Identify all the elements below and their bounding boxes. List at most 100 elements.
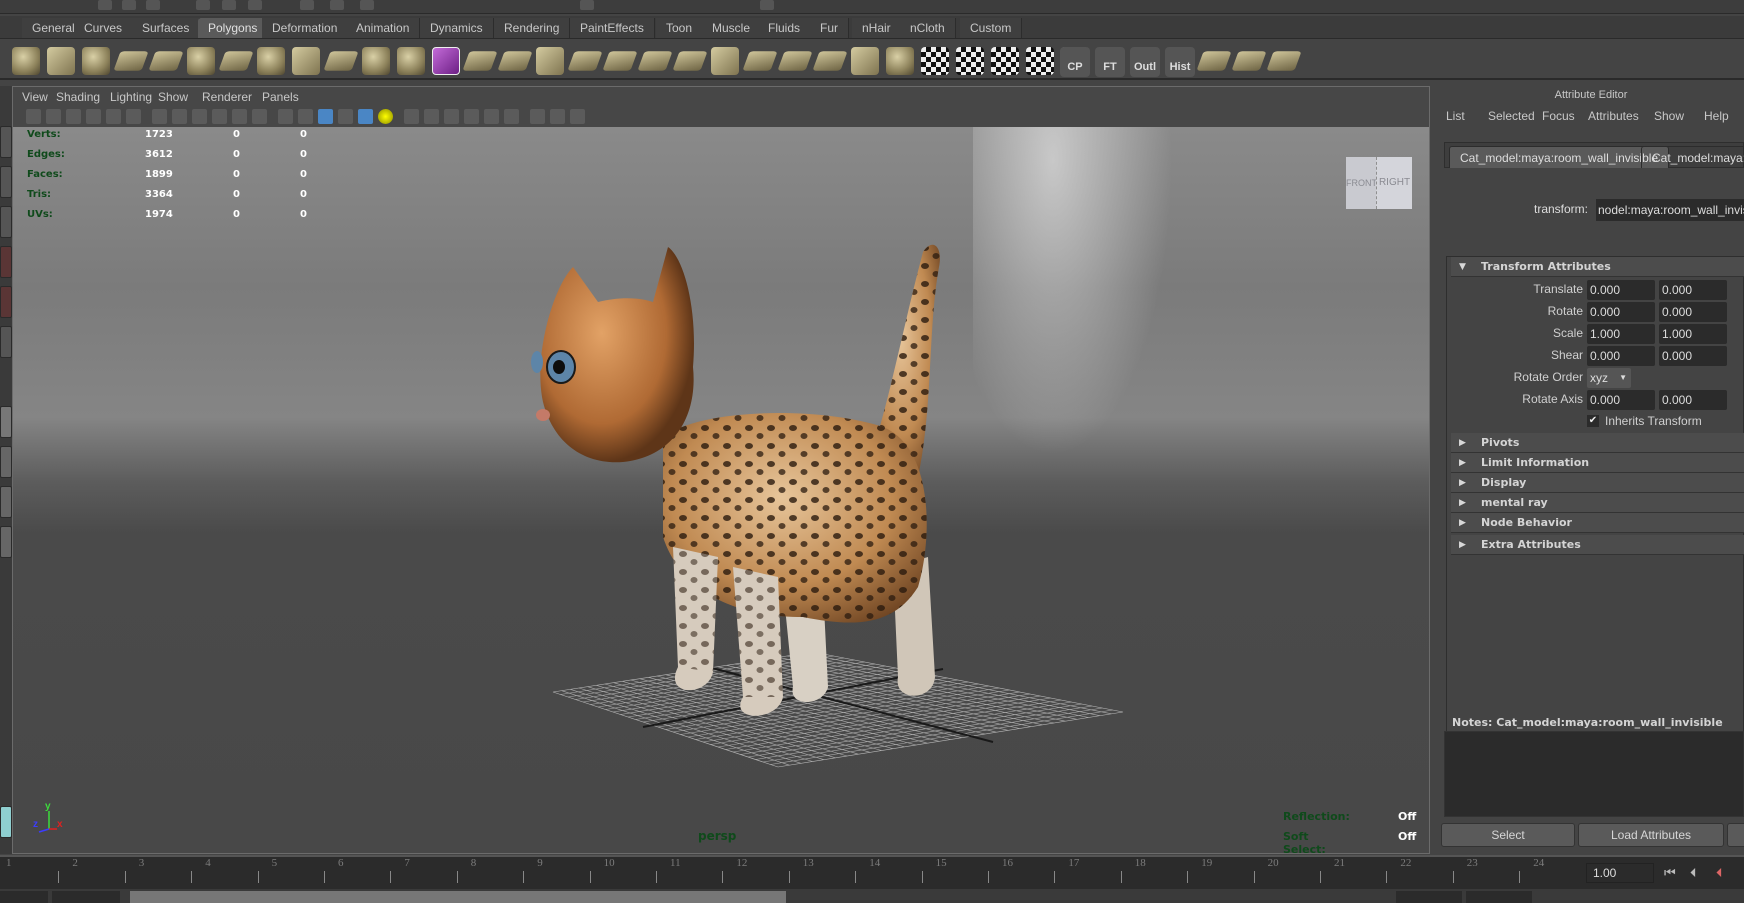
select-tool-button[interactable] bbox=[0, 126, 12, 158]
xray-joints-icon[interactable] bbox=[550, 109, 565, 124]
transform-name-field[interactable]: nodel:maya:room_wall_invisible bbox=[1596, 199, 1744, 221]
separate-icon[interactable] bbox=[397, 47, 425, 75]
create-polygon-tool-icon[interactable] bbox=[292, 47, 320, 75]
shelf-tab-polygons[interactable]: Polygons bbox=[198, 18, 269, 38]
layout-single-button[interactable] bbox=[0, 406, 12, 438]
rotate-y-field[interactable]: 0.000 bbox=[1659, 302, 1727, 322]
snap-grid-icon[interactable] bbox=[300, 0, 314, 10]
shelf-tab-rendering[interactable]: Rendering bbox=[494, 18, 571, 38]
render-icon[interactable] bbox=[580, 0, 594, 10]
select-by-hierarchy-icon[interactable] bbox=[196, 0, 210, 10]
range-slider[interactable] bbox=[0, 889, 1744, 903]
copy-tab-button[interactable] bbox=[1727, 823, 1744, 847]
extrude-face-icon[interactable] bbox=[1231, 51, 1267, 71]
poly-cone-icon[interactable] bbox=[113, 51, 149, 71]
depth-of-field-icon[interactable] bbox=[484, 109, 499, 124]
step-back-icon[interactable]: ⏴ bbox=[1690, 865, 1697, 881]
sculpt-icon[interactable] bbox=[886, 47, 914, 75]
paint-select-tool-button[interactable] bbox=[0, 206, 12, 238]
layout-outliner-button[interactable] bbox=[0, 526, 12, 558]
shelf-tab-curves[interactable]: Curves bbox=[74, 18, 134, 38]
grease-pencil-icon[interactable] bbox=[126, 109, 141, 124]
ae-tab-room-wall[interactable]: Cat_model:maya:room_wall_invisible bbox=[1449, 146, 1670, 168]
xray-components-icon[interactable] bbox=[570, 109, 585, 124]
textured-icon[interactable] bbox=[358, 109, 373, 124]
smooth-icon[interactable] bbox=[536, 47, 564, 75]
shelf-tab-toon[interactable]: Toon bbox=[656, 18, 704, 38]
go-to-start-icon[interactable]: ⏮ bbox=[1664, 865, 1676, 881]
shelf-tab-fur[interactable]: Fur bbox=[810, 18, 849, 38]
bevel-icon[interactable] bbox=[567, 51, 603, 71]
section-pivots[interactable]: ▶ Pivots bbox=[1451, 433, 1744, 453]
load-attributes-button[interactable]: Load Attributes bbox=[1578, 823, 1724, 847]
outliner-button[interactable]: Outl bbox=[1130, 47, 1160, 77]
shelf-tab-fluids[interactable]: Fluids bbox=[758, 18, 812, 38]
section-extra-attributes[interactable]: ▶ Extra Attributes bbox=[1451, 535, 1744, 555]
shelf-tab-painteffects[interactable]: PaintEffects bbox=[570, 18, 655, 38]
smooth-proxy-icon[interactable] bbox=[432, 47, 460, 75]
viewport-menu-view[interactable]: View bbox=[22, 90, 48, 104]
shear-x-field[interactable]: 0.000 bbox=[1587, 346, 1655, 366]
save-scene-icon[interactable] bbox=[146, 0, 160, 10]
uv-planar-icon[interactable] bbox=[956, 47, 984, 75]
quick-layout-button[interactable] bbox=[0, 806, 12, 838]
translate-x-field[interactable]: 0.000 bbox=[1587, 280, 1655, 300]
extract-icon[interactable] bbox=[497, 51, 533, 71]
select-by-component-icon[interactable] bbox=[248, 0, 262, 10]
cat-model[interactable] bbox=[523, 207, 1173, 827]
select-by-object-icon[interactable] bbox=[222, 0, 236, 10]
poly-plane-icon[interactable] bbox=[148, 51, 184, 71]
safe-action-icon[interactable] bbox=[252, 109, 267, 124]
playback-end-field[interactable] bbox=[1396, 891, 1462, 903]
ae-tab-second[interactable]: Cat_model:maya:r bbox=[1641, 146, 1744, 168]
bookmarks-icon[interactable] bbox=[66, 109, 81, 124]
use-all-lights-icon[interactable] bbox=[378, 109, 393, 124]
multisample-aa-icon[interactable] bbox=[464, 109, 479, 124]
duplicate-face-icon[interactable] bbox=[851, 47, 879, 75]
wedge-icon[interactable] bbox=[812, 51, 848, 71]
uv-cylindrical-icon[interactable] bbox=[991, 47, 1019, 75]
viewport-3d[interactable]: Verts: 1723 0 0 Edges: 3612 0 0 Faces: 1899 0 0 Tris… bbox=[13, 127, 1429, 853]
current-frame-field[interactable]: 1.00 bbox=[1586, 863, 1654, 883]
rotate-order-dropdown[interactable]: xyz ▼ bbox=[1587, 368, 1631, 388]
shelf-tab-ncloth[interactable]: nCloth bbox=[900, 18, 956, 38]
mirror-geometry-icon[interactable] bbox=[462, 51, 498, 71]
rotate-tool-button[interactable] bbox=[0, 286, 12, 318]
layout-four-button[interactable] bbox=[0, 446, 12, 478]
resolution-gate-icon[interactable] bbox=[192, 109, 207, 124]
combine-icon[interactable] bbox=[362, 47, 390, 75]
transfer-uvs-icon[interactable] bbox=[1196, 51, 1232, 71]
ae-menu-help[interactable]: Help bbox=[1704, 109, 1729, 123]
playback-start-field[interactable] bbox=[52, 891, 120, 903]
merge-icon[interactable] bbox=[777, 51, 813, 71]
extrude-icon[interactable] bbox=[711, 47, 739, 75]
snap-point-icon[interactable] bbox=[360, 0, 374, 10]
image-plane-icon[interactable] bbox=[86, 109, 101, 124]
poly-pipe-icon[interactable] bbox=[257, 47, 285, 75]
shelf-tab-nhair[interactable]: nHair bbox=[852, 18, 902, 38]
viewcube-front[interactable]: FRONT bbox=[1346, 157, 1377, 209]
ae-menu-focus[interactable]: Focus bbox=[1542, 109, 1575, 123]
range-slider-bar[interactable] bbox=[130, 891, 786, 903]
step-back-key-icon[interactable]: ⏴ bbox=[1716, 865, 1723, 881]
snap-curve-icon[interactable] bbox=[330, 0, 344, 10]
screen-space-ao-icon[interactable] bbox=[424, 109, 439, 124]
xray-icon[interactable] bbox=[530, 109, 545, 124]
isolate-select-icon[interactable] bbox=[504, 109, 519, 124]
new-scene-icon[interactable] bbox=[98, 0, 112, 10]
select-button[interactable]: Select bbox=[1441, 823, 1575, 847]
ae-menu-show[interactable]: Show bbox=[1654, 109, 1684, 123]
shadows-icon[interactable] bbox=[404, 109, 419, 124]
wireframe-icon[interactable] bbox=[298, 109, 313, 124]
grid-icon[interactable] bbox=[152, 109, 167, 124]
section-display[interactable]: ▶ Display bbox=[1451, 473, 1744, 493]
multi-cut-icon[interactable] bbox=[1266, 51, 1302, 71]
poly-sphere-icon[interactable] bbox=[12, 47, 40, 75]
section-node-behavior[interactable]: ▶ Node Behavior bbox=[1451, 513, 1744, 533]
viewport-menu-panels[interactable]: Panels bbox=[262, 90, 299, 104]
inherits-transform-checkbox[interactable]: ✔ bbox=[1587, 415, 1599, 427]
section-mental-ray[interactable]: ▶ mental ray bbox=[1451, 493, 1744, 513]
center-pivot-button[interactable]: CP bbox=[1060, 47, 1090, 77]
rotate-axis-x-field[interactable]: 0.000 bbox=[1587, 390, 1655, 410]
shelf-tab-deformation[interactable]: Deformation bbox=[262, 18, 349, 38]
